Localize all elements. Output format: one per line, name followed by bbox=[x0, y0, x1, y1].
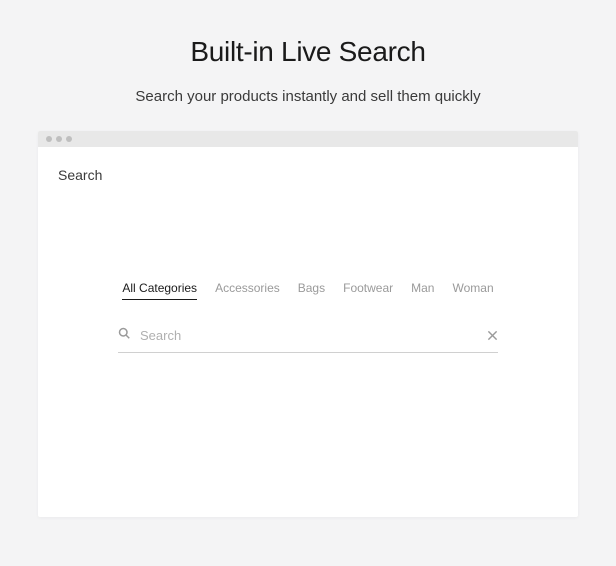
search-field bbox=[118, 326, 498, 353]
section-subtitle: Search your products instantly and sell … bbox=[135, 88, 480, 105]
tab-man[interactable]: Man bbox=[411, 281, 434, 300]
tab-all-categories[interactable]: All Categories bbox=[122, 281, 197, 300]
window-dot-icon bbox=[66, 136, 72, 142]
window-dot-icon bbox=[46, 136, 52, 142]
section-title: Built-in Live Search bbox=[190, 36, 425, 68]
tab-footwear[interactable]: Footwear bbox=[343, 281, 393, 300]
search-icon bbox=[118, 326, 130, 344]
category-tabs: All Categories Accessories Bags Footwear… bbox=[58, 281, 558, 300]
window-dot-icon bbox=[56, 136, 62, 142]
tab-accessories[interactable]: Accessories bbox=[215, 281, 280, 300]
close-icon[interactable] bbox=[487, 330, 498, 341]
window-titlebar bbox=[38, 131, 578, 147]
tab-woman[interactable]: Woman bbox=[452, 281, 493, 300]
window-body: Search All Categories Accessories Bags F… bbox=[38, 147, 578, 517]
tab-bags[interactable]: Bags bbox=[298, 281, 325, 300]
browser-window: Search All Categories Accessories Bags F… bbox=[38, 131, 578, 517]
search-input[interactable] bbox=[140, 328, 477, 343]
page-title: Search bbox=[58, 167, 558, 183]
